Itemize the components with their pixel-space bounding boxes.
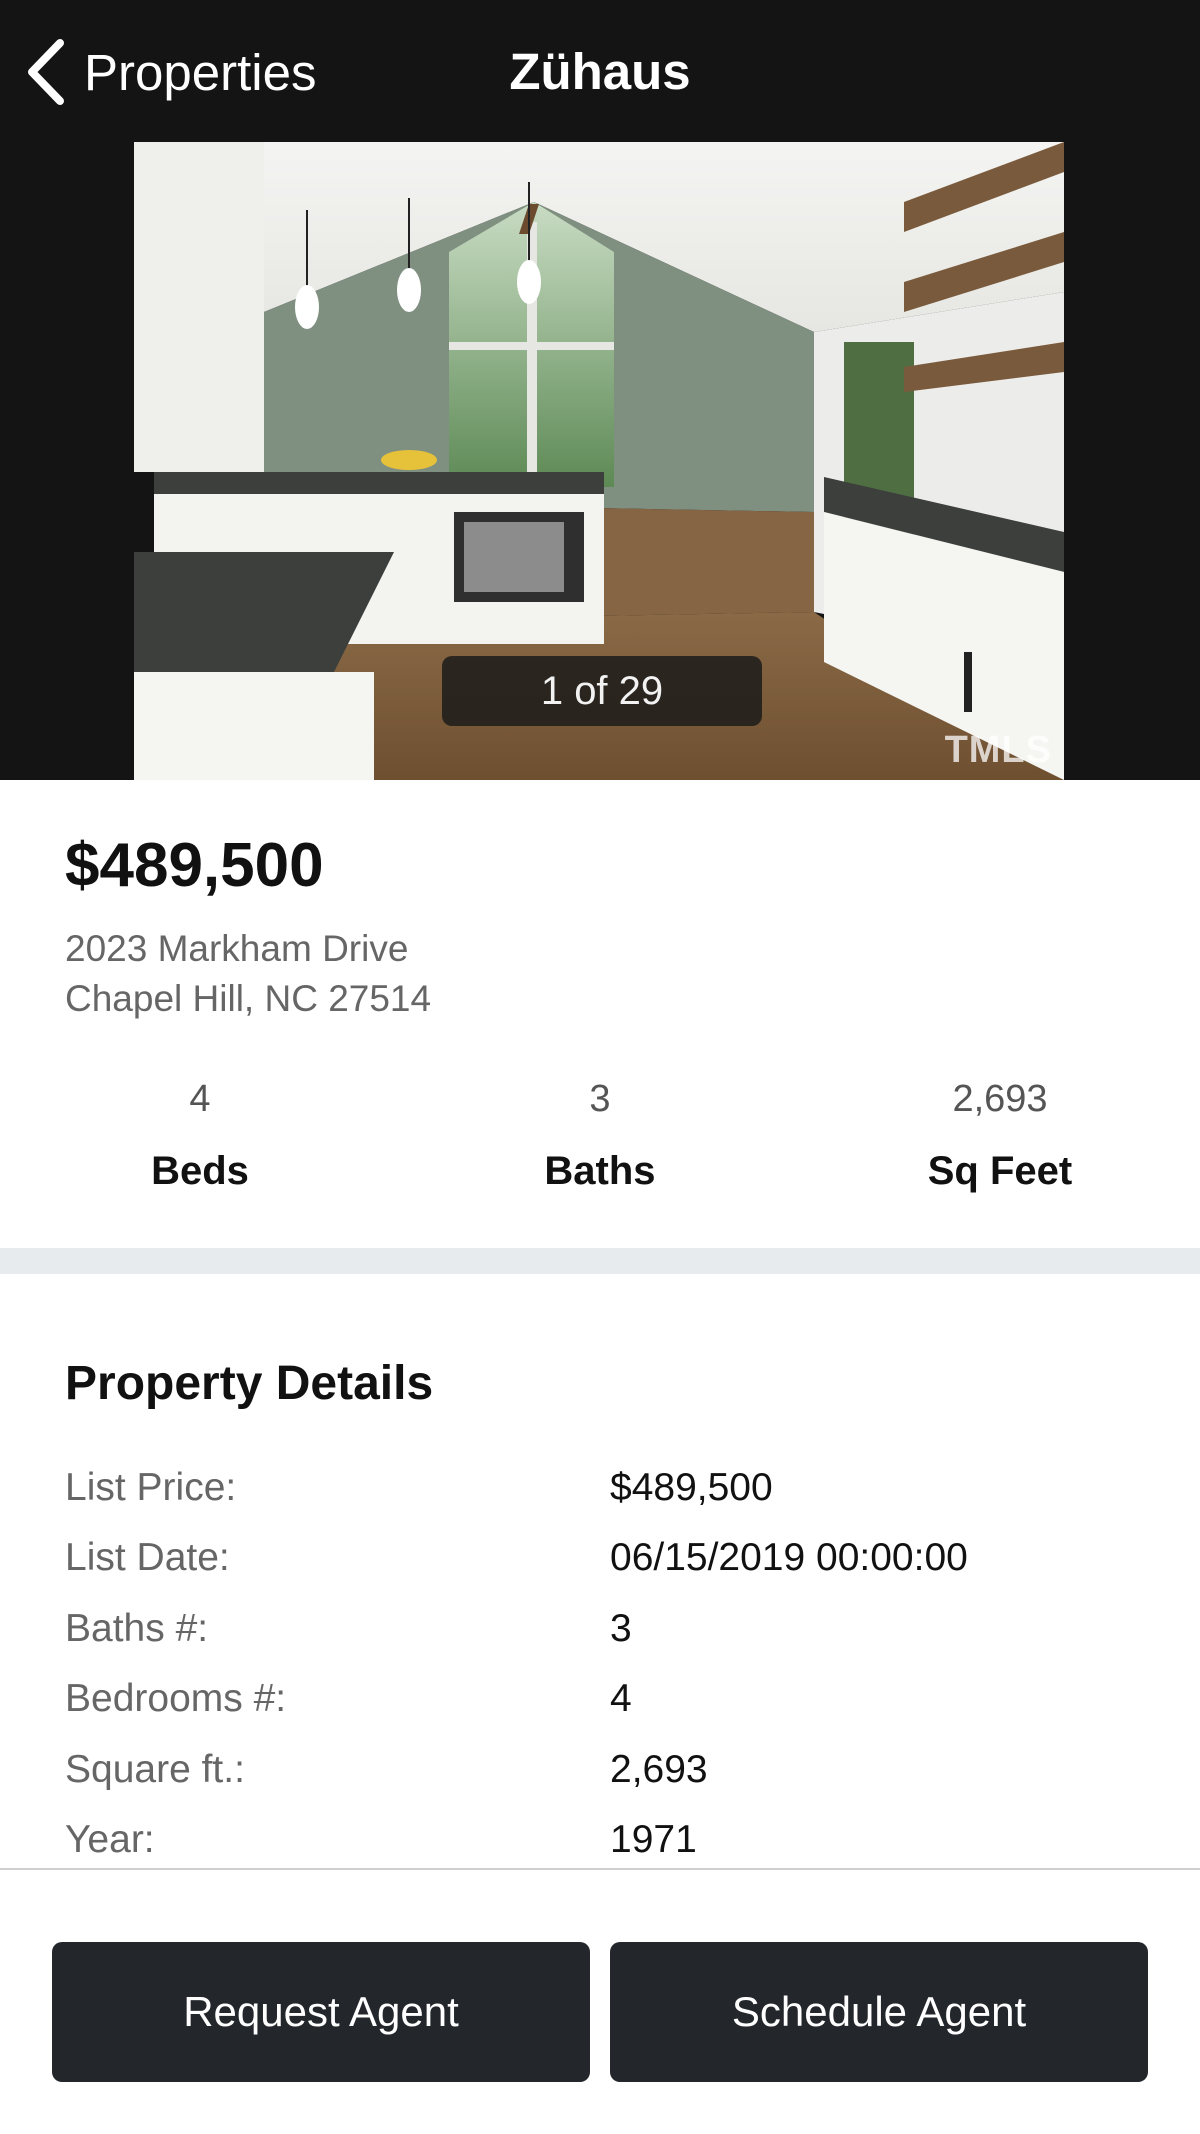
schedule-agent-button[interactable]: Schedule Agent xyxy=(610,1942,1148,2082)
detail-key: Year: xyxy=(65,1818,155,1860)
detail-row-year: Year: 1971 xyxy=(0,1818,1200,1860)
bottom-divider xyxy=(0,1868,1200,1870)
detail-row-list-date: List Date: 06/15/2019 00:00:00 xyxy=(0,1536,1200,1606)
detail-key: List Price: xyxy=(65,1466,237,1509)
detail-value: 06/15/2019 00:00:00 xyxy=(610,1536,968,1579)
stat-label: Baths xyxy=(544,1149,656,1193)
detail-key: Square ft.: xyxy=(65,1748,245,1791)
detail-key: List Date: xyxy=(65,1536,230,1579)
detail-row-bedrooms: Bedrooms #: 4 xyxy=(0,1677,1200,1747)
property-detail-screen: Properties Zühaus TMLS 1 of 29 $489,500 … xyxy=(0,0,1200,2134)
detail-row-square-ft: Square ft.: 2,693 xyxy=(0,1748,1200,1818)
stat-value: 2,693 xyxy=(952,1078,1048,1120)
listing-summary: $489,500 2023 Markham Drive Chapel Hill,… xyxy=(0,780,1200,1248)
chevron-left-icon xyxy=(28,39,64,105)
listing-price: $489,500 xyxy=(65,831,324,900)
stat-beds: 4 Beds xyxy=(0,1078,400,1194)
detail-key: Bedrooms #: xyxy=(65,1677,287,1720)
back-button-label: Properties xyxy=(84,43,317,101)
stat-baths: 3 Baths xyxy=(400,1078,800,1194)
detail-value: 1971 xyxy=(610,1818,697,1860)
address-line-1: 2023 Markham Drive xyxy=(65,928,409,969)
detail-value: 4 xyxy=(610,1677,632,1720)
section-title: Property Details xyxy=(65,1357,434,1410)
back-button[interactable]: Properties xyxy=(24,30,316,114)
stat-label: Sq Feet xyxy=(927,1149,1073,1193)
detail-key: Baths #: xyxy=(65,1607,209,1650)
detail-value: 3 xyxy=(610,1607,632,1650)
request-agent-button[interactable]: Request Agent xyxy=(52,1942,590,2082)
detail-row-list-price: List Price: $489,500 xyxy=(0,1466,1200,1536)
detail-value: $489,500 xyxy=(610,1466,773,1509)
section-separator xyxy=(0,1248,1200,1274)
stat-value: 4 xyxy=(189,1078,211,1120)
stat-sq-feet: 2,693 Sq Feet xyxy=(800,1078,1200,1194)
photo-gallery[interactable]: TMLS 1 of 29 xyxy=(0,142,1200,780)
address-line-2: Chapel Hill, NC 27514 xyxy=(65,978,432,1019)
property-details-section[interactable]: Property Details List Price: $489,500 Li… xyxy=(0,1274,1200,1860)
detail-value: 2,693 xyxy=(610,1748,708,1791)
detail-row-baths: Baths #: 3 xyxy=(0,1607,1200,1677)
stat-label: Beds xyxy=(151,1149,249,1193)
stat-value: 3 xyxy=(589,1078,611,1120)
navigation-bar: Properties Zühaus xyxy=(0,0,1200,142)
mls-watermark: TMLS xyxy=(944,729,1052,771)
photo-counter-badge: 1 of 29 xyxy=(442,656,762,726)
